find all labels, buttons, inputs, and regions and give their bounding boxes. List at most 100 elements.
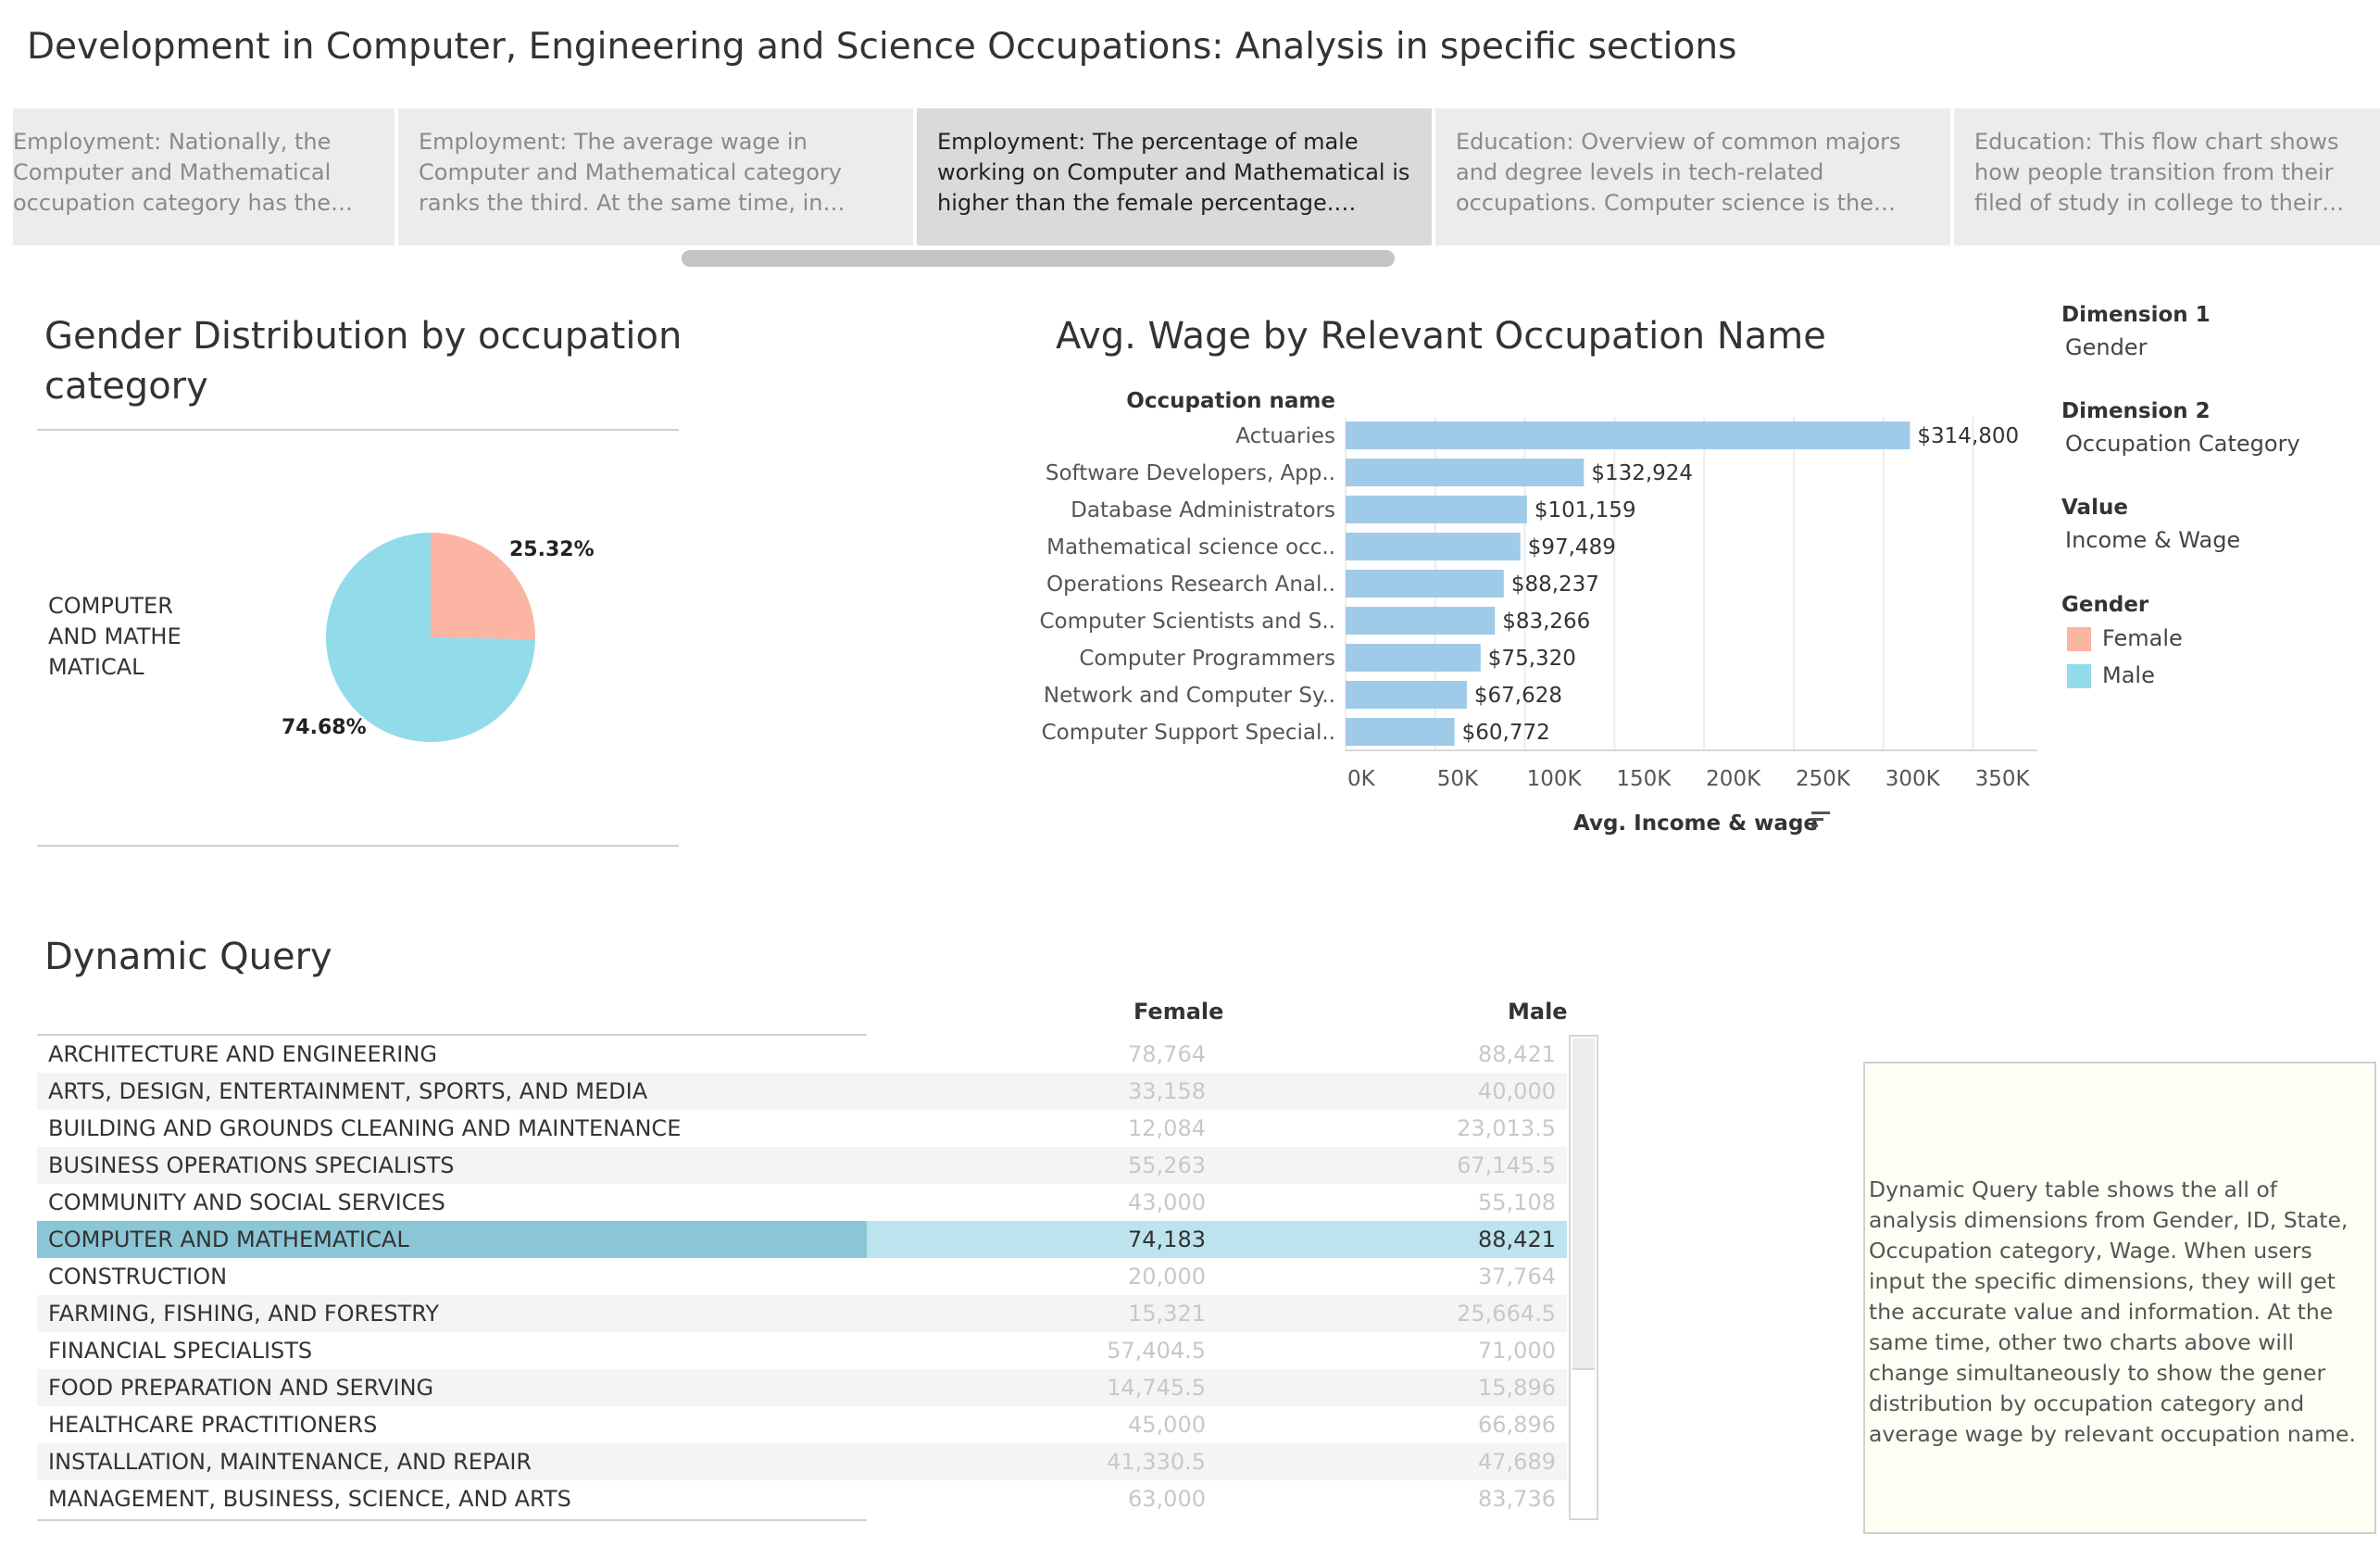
male-value: 66,896 <box>1478 1412 1556 1438</box>
category-label: Actuaries <box>1235 424 1335 448</box>
bar[interactable] <box>1346 459 1585 486</box>
table-scrollbar[interactable] <box>1569 1035 1598 1520</box>
table-row[interactable]: BUILDING AND GROUNDS CLEANING AND MAINTE… <box>37 1110 1567 1147</box>
male-value: 71,000 <box>1478 1338 1556 1364</box>
legend-item-female[interactable]: Female <box>2102 625 2183 651</box>
male-value: 23,013.5 <box>1457 1115 1556 1141</box>
bar-value-label: $97,489 <box>1528 535 1616 560</box>
row-category: FINANCIAL SPECIALISTS <box>48 1338 313 1364</box>
dimension-1-label: Dimension 1 <box>2061 303 2211 327</box>
value-value: Income & Wage <box>2065 527 2241 553</box>
row-category: ARCHITECTURE AND ENGINEERING <box>48 1041 437 1067</box>
story-point-1[interactable]: Employment: Nationally, the Computer and… <box>13 108 395 245</box>
dimension-1-value: Gender <box>2065 334 2148 360</box>
story-scrollbar[interactable] <box>682 250 1395 267</box>
story-navigator: Employment: Nationally, the Computer and… <box>13 108 2380 247</box>
category-label: Database Administrators <box>1071 498 1335 522</box>
row-category: BUSINESS OPERATIONS SPECIALISTS <box>48 1152 455 1178</box>
table-row[interactable]: ARCHITECTURE AND ENGINEERING 78,764 88,421 <box>37 1036 1567 1073</box>
category-label: Computer Programmers <box>1079 647 1335 671</box>
bar-value-label: $132,924 <box>1591 461 1693 485</box>
bar-value-label: $101,159 <box>1534 498 1636 522</box>
male-value: 83,736 <box>1478 1486 1556 1512</box>
male-value: 37,764 <box>1478 1264 1556 1290</box>
category-label: Software Developers, App.. <box>1046 461 1335 485</box>
row-category: BUILDING AND GROUNDS CLEANING AND MAINTE… <box>48 1115 682 1141</box>
sort-descending-icon[interactable] <box>1810 809 1831 829</box>
bar[interactable] <box>1346 533 1521 560</box>
story-point-5[interactable]: Education: This flow chart shows how peo… <box>1954 108 2380 245</box>
legend-swatch-female[interactable] <box>2067 627 2091 651</box>
bar[interactable] <box>1346 496 1527 523</box>
row-category: FARMING, FISHING, AND FORESTRY <box>48 1301 440 1327</box>
story-point-4[interactable]: Education: Overview of common majors and… <box>1435 108 1950 245</box>
x-tick-label: 100K <box>1527 767 1583 791</box>
bar[interactable] <box>1346 718 1455 746</box>
male-value: 88,421 <box>1478 1227 1556 1252</box>
row-category: FOOD PREPARATION AND SERVING <box>48 1375 434 1401</box>
male-value: 67,145.5 <box>1457 1152 1556 1178</box>
female-value: 15,321 <box>1128 1301 1206 1327</box>
row-category: HEALTHCARE PRACTITIONERS <box>48 1412 378 1438</box>
category-label: Network and Computer Sy.. <box>1044 684 1335 708</box>
row-category: CONSTRUCTION <box>48 1264 228 1290</box>
table-row[interactable]: ARTS, DESIGN, ENTERTAINMENT, SPORTS, AND… <box>37 1073 1567 1110</box>
divider <box>37 429 679 431</box>
table-scrollbar-thumb[interactable] <box>1572 1038 1595 1370</box>
female-value: 63,000 <box>1128 1486 1206 1512</box>
gender-legend-title: Gender <box>2061 593 2149 617</box>
table-row[interactable]: MANAGEMENT, BUSINESS, SCIENCE, AND ARTS 6… <box>37 1480 1567 1517</box>
selected-highlight <box>867 1221 1567 1258</box>
table-row[interactable]: FINANCIAL SPECIALISTS 57,404.5 71,000 <box>37 1332 1567 1369</box>
bar[interactable] <box>1346 681 1467 709</box>
bar[interactable] <box>1346 644 1481 672</box>
page-title: Development in Computer, Engineering and… <box>27 26 1737 68</box>
row-category: ARTS, DESIGN, ENTERTAINMENT, SPORTS, AND… <box>48 1078 648 1104</box>
bar[interactable] <box>1346 607 1496 635</box>
male-value: 40,000 <box>1478 1078 1556 1104</box>
table-row[interactable]: COMPUTER AND MATHEMATICAL 74,183 88,421 <box>37 1221 1567 1258</box>
female-value: 20,000 <box>1128 1264 1206 1290</box>
female-value: 14,745.5 <box>1107 1375 1206 1401</box>
column-header-female[interactable]: Female <box>1134 999 1223 1025</box>
male-value: 15,896 <box>1478 1375 1556 1401</box>
x-tick-label: 250K <box>1796 767 1851 791</box>
row-category: INSTALLATION, MAINTENANCE, AND REPAIR <box>48 1449 532 1475</box>
table-row[interactable]: BUSINESS OPERATIONS SPECIALISTS 55,263 67,… <box>37 1147 1567 1184</box>
table-row[interactable]: FOOD PREPARATION AND SERVING 14,745.5 15,8… <box>37 1369 1567 1406</box>
bar-value-label: $83,266 <box>1502 610 1590 634</box>
female-value: 43,000 <box>1128 1189 1206 1215</box>
divider <box>37 1519 867 1521</box>
x-tick-label: 200K <box>1706 767 1761 791</box>
legend-item-male[interactable]: Male <box>2102 662 2155 688</box>
row-header: Occupation name <box>1126 389 1335 413</box>
table-row[interactable]: HEALTHCARE PRACTITIONERS 45,000 66,896 <box>37 1406 1567 1443</box>
table-row[interactable]: FARMING, FISHING, AND FORESTRY 15,321 25,6… <box>37 1295 1567 1332</box>
male-value: 47,689 <box>1478 1449 1556 1475</box>
male-percent-label: 74.68% <box>282 716 367 739</box>
table-row[interactable]: COMMUNITY AND SOCIAL SERVICES 43,000 55,10… <box>37 1184 1567 1221</box>
pie-category-label: COMPUTER AND MATHE MATICAL <box>48 593 182 680</box>
bar-value-label: $88,237 <box>1511 572 1599 597</box>
bar-chart-title: Avg. Wage by Relevant Occupation Name <box>1056 315 1826 358</box>
legend-swatch-male[interactable] <box>2067 664 2091 688</box>
female-percent-label: 25.32% <box>509 538 595 561</box>
table-row[interactable]: INSTALLATION, MAINTENANCE, AND REPAIR 41,… <box>37 1443 1567 1480</box>
divider <box>37 845 679 847</box>
table-title: Dynamic Query <box>44 936 332 978</box>
table-row[interactable]: CONSTRUCTION 20,000 37,764 <box>37 1258 1567 1295</box>
column-header-male[interactable]: Male <box>1508 999 1568 1025</box>
x-tick-label: 150K <box>1616 767 1672 791</box>
story-point-text: Education: This flow chart shows how peo… <box>1974 129 2339 216</box>
bar-chart[interactable]: 0K 50K 100K 150K 200K 250K 300K 350K Occupation … <box>1019 371 2037 852</box>
story-point-3[interactable]: Employment: The percentage of male worki… <box>917 108 1432 245</box>
x-tick-label: 0K <box>1347 767 1376 791</box>
pie-chart[interactable] <box>324 531 537 744</box>
bar-value-label: $60,772 <box>1462 721 1550 745</box>
story-point-2[interactable]: Employment: The average wage in Computer… <box>398 108 913 245</box>
bar[interactable] <box>1346 570 1504 598</box>
bar[interactable] <box>1346 421 1910 449</box>
story-point-text: Employment: Nationally, the Computer and… <box>13 129 332 216</box>
female-value: 33,158 <box>1128 1078 1206 1104</box>
category-label: Computer Support Special.. <box>1042 721 1335 745</box>
